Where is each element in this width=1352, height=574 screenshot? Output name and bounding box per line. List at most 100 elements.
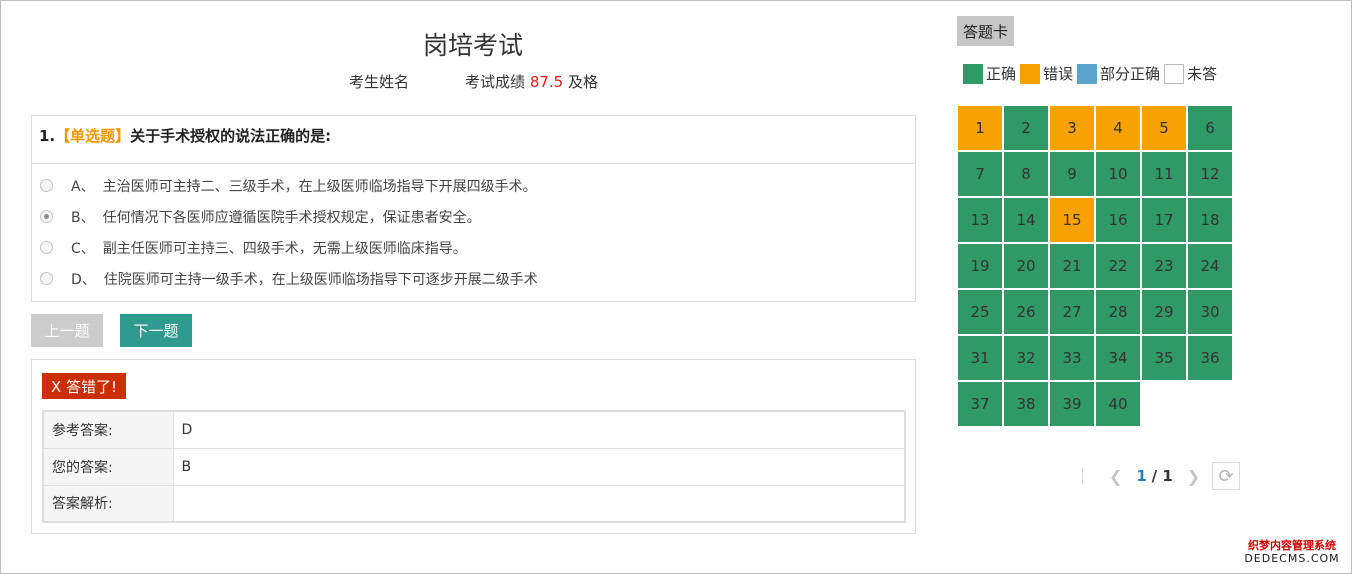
- option-b[interactable]: B、 任何情况下各医师应遵循医院手术授权规定，保证患者安全。: [32, 201, 915, 232]
- answer-card-cell-38[interactable]: 38: [1003, 381, 1049, 427]
- table-row: 您的答案: B: [42, 447, 906, 486]
- answer-card-cell-14[interactable]: 14: [1003, 197, 1049, 243]
- watermark: 织梦内容管理系统 DEDECMS.COM: [1240, 539, 1344, 569]
- option-d-radio[interactable]: [40, 272, 53, 285]
- option-d-text: 住院医师可主持一级手术，在上级医师临场指导下可逐步开展二级手术: [103, 271, 538, 288]
- pager: ❮ 1 / 1 ❯ ⟳: [1082, 462, 1241, 490]
- answer-card-cell-19[interactable]: 19: [957, 243, 1003, 289]
- table-row: 参考答案: D: [42, 410, 906, 449]
- answer-card-cell-4[interactable]: 4: [1095, 105, 1141, 151]
- wrong-answer-badge: X 答错了!: [42, 373, 127, 399]
- answer-card-cell-25[interactable]: 25: [957, 289, 1003, 335]
- reference-answer-value: D: [172, 410, 906, 449]
- answer-card-cell-1[interactable]: 1: [957, 105, 1003, 151]
- table-row: 答案解析:: [42, 484, 906, 523]
- answer-card-cell-36[interactable]: 36: [1187, 335, 1233, 381]
- legend-label: 错误: [1043, 65, 1074, 83]
- legend-swatch-correct: [963, 63, 983, 84]
- answer-card-cell-5[interactable]: 5: [1141, 105, 1187, 151]
- answer-card-cell-31[interactable]: 31: [957, 335, 1003, 381]
- option-a[interactable]: A、 主治医师可主持二、三级手术，在上级医师临场指导下开展四级手术。: [32, 170, 915, 201]
- question-panel: 1.【单选题】关于手术授权的说法正确的是: A、 主治医师可主持二、三级手术，在…: [31, 115, 916, 302]
- legend-label: 正确: [986, 65, 1017, 83]
- answer-card-cell-35[interactable]: 35: [1141, 335, 1187, 381]
- answer-card-cell-32[interactable]: 32: [1003, 335, 1049, 381]
- answer-card-cell-27[interactable]: 27: [1049, 289, 1095, 335]
- option-c-letter: C、: [71, 240, 95, 257]
- answer-card-cell-28[interactable]: 28: [1095, 289, 1141, 335]
- answer-card-cell-21[interactable]: 21: [1049, 243, 1095, 289]
- pager-total-pages: / 1: [1151, 467, 1173, 485]
- option-c[interactable]: C、 副主任医师可主持三、四级手术，无需上级医师临床指导。: [32, 232, 915, 263]
- option-a-letter: A、: [71, 178, 95, 195]
- question-header: 1.【单选题】关于手术授权的说法正确的是:: [32, 116, 915, 164]
- answer-card-cell-17[interactable]: 17: [1141, 197, 1187, 243]
- reference-answer-label: 参考答案:: [42, 410, 174, 449]
- answer-card-cell-24[interactable]: 24: [1187, 243, 1233, 289]
- answer-card-cell-33[interactable]: 33: [1049, 335, 1095, 381]
- watermark-line2: DEDECMS.COM: [1244, 552, 1340, 565]
- answer-card-cell-11[interactable]: 11: [1141, 151, 1187, 197]
- answer-card-cell-7[interactable]: 7: [957, 151, 1003, 197]
- candidate-name-label: 考生姓名: [349, 73, 410, 91]
- answer-card-cell-37[interactable]: 37: [957, 381, 1003, 427]
- answer-card-cell-18[interactable]: 18: [1187, 197, 1233, 243]
- answer-card-cell-34[interactable]: 34: [1095, 335, 1141, 381]
- answer-card-cell-8[interactable]: 8: [1003, 151, 1049, 197]
- next-question-button[interactable]: 下一题: [120, 314, 192, 347]
- answer-card-cell-12[interactable]: 12: [1187, 151, 1233, 197]
- answer-card-cell-23[interactable]: 23: [1141, 243, 1187, 289]
- answer-card-cell-30[interactable]: 30: [1187, 289, 1233, 335]
- answer-card-cell-40[interactable]: 40: [1095, 381, 1141, 427]
- option-a-radio[interactable]: [40, 179, 53, 192]
- option-b-text: 任何情况下各医师应遵循医院手术授权规定，保证患者安全。: [102, 209, 481, 226]
- option-c-text: 副主任医师可主持三、四级手术，无需上级医师临床指导。: [102, 240, 467, 257]
- pass-status: 及格: [568, 73, 599, 91]
- option-a-text: 主治医师可主持二、三级手术，在上级医师临场指导下开展四级手术。: [102, 178, 537, 195]
- prev-question-button[interactable]: 上一题: [31, 314, 103, 347]
- chevron-right-icon[interactable]: ❯: [1187, 467, 1200, 486]
- legend-swatch-unanswered: [1164, 63, 1185, 84]
- score-value: 87.5: [529, 73, 564, 91]
- pager-current-page: 1: [1136, 467, 1147, 485]
- answer-card-cell-2[interactable]: 2: [1003, 105, 1049, 151]
- answer-card-cell-22[interactable]: 22: [1095, 243, 1141, 289]
- refresh-icon[interactable]: ⟳: [1212, 462, 1241, 490]
- answer-card-cell-15[interactable]: 15: [1049, 197, 1095, 243]
- question-type-tag: 【单选题】: [55, 127, 131, 145]
- chevron-left-icon[interactable]: ❮: [1109, 467, 1122, 486]
- option-d[interactable]: D、 住院医师可主持一级手术，在上级医师临场指导下可逐步开展二级手术: [32, 263, 915, 294]
- answer-card-cell-16[interactable]: 16: [1095, 197, 1141, 243]
- your-answer-label: 您的答案:: [42, 447, 174, 486]
- your-answer-value: B: [172, 447, 906, 486]
- answer-card-cell-9[interactable]: 9: [1049, 151, 1095, 197]
- legend-label: 部分正确: [1100, 65, 1161, 83]
- answer-card-cell-20[interactable]: 20: [1003, 243, 1049, 289]
- answer-card-cell-13[interactable]: 13: [957, 197, 1003, 243]
- legend-item: 错误: [1020, 63, 1073, 84]
- question-text: 关于手术授权的说法正确的是:: [130, 127, 332, 145]
- answer-table: 参考答案: D 您的答案: B 答案解析:: [42, 410, 906, 523]
- legend-item: 未答: [1164, 63, 1217, 84]
- explanation-label: 答案解析:: [42, 484, 174, 523]
- answer-card-cell-29[interactable]: 29: [1141, 289, 1187, 335]
- explanation-value: [172, 484, 906, 523]
- option-b-letter: B、: [71, 209, 95, 226]
- option-d-letter: D、: [71, 271, 96, 288]
- answer-card-cell-3[interactable]: 3: [1049, 105, 1095, 151]
- question-number: 1.: [39, 127, 56, 145]
- legend-swatch-wrong: [1020, 63, 1041, 84]
- exam-summary: 考生姓名 考试成绩 87.5 及格: [349, 71, 598, 92]
- answer-card-cell-6[interactable]: 6: [1187, 105, 1233, 151]
- answer-card-cell-26[interactable]: 26: [1003, 289, 1049, 335]
- legend-swatch-partial: [1077, 63, 1098, 84]
- option-b-radio[interactable]: [40, 210, 53, 223]
- answer-card-legend: 正确 错误 部分正确 未答: [963, 63, 1221, 84]
- pager-divider: [1082, 468, 1083, 484]
- legend-label: 未答: [1187, 65, 1218, 83]
- option-c-radio[interactable]: [40, 241, 53, 254]
- answer-card-tab[interactable]: 答题卡: [957, 16, 1015, 46]
- answer-card-cell-39[interactable]: 39: [1049, 381, 1095, 427]
- answer-card-cell-10[interactable]: 10: [1095, 151, 1141, 197]
- page-title: 岗培考试: [422, 31, 523, 60]
